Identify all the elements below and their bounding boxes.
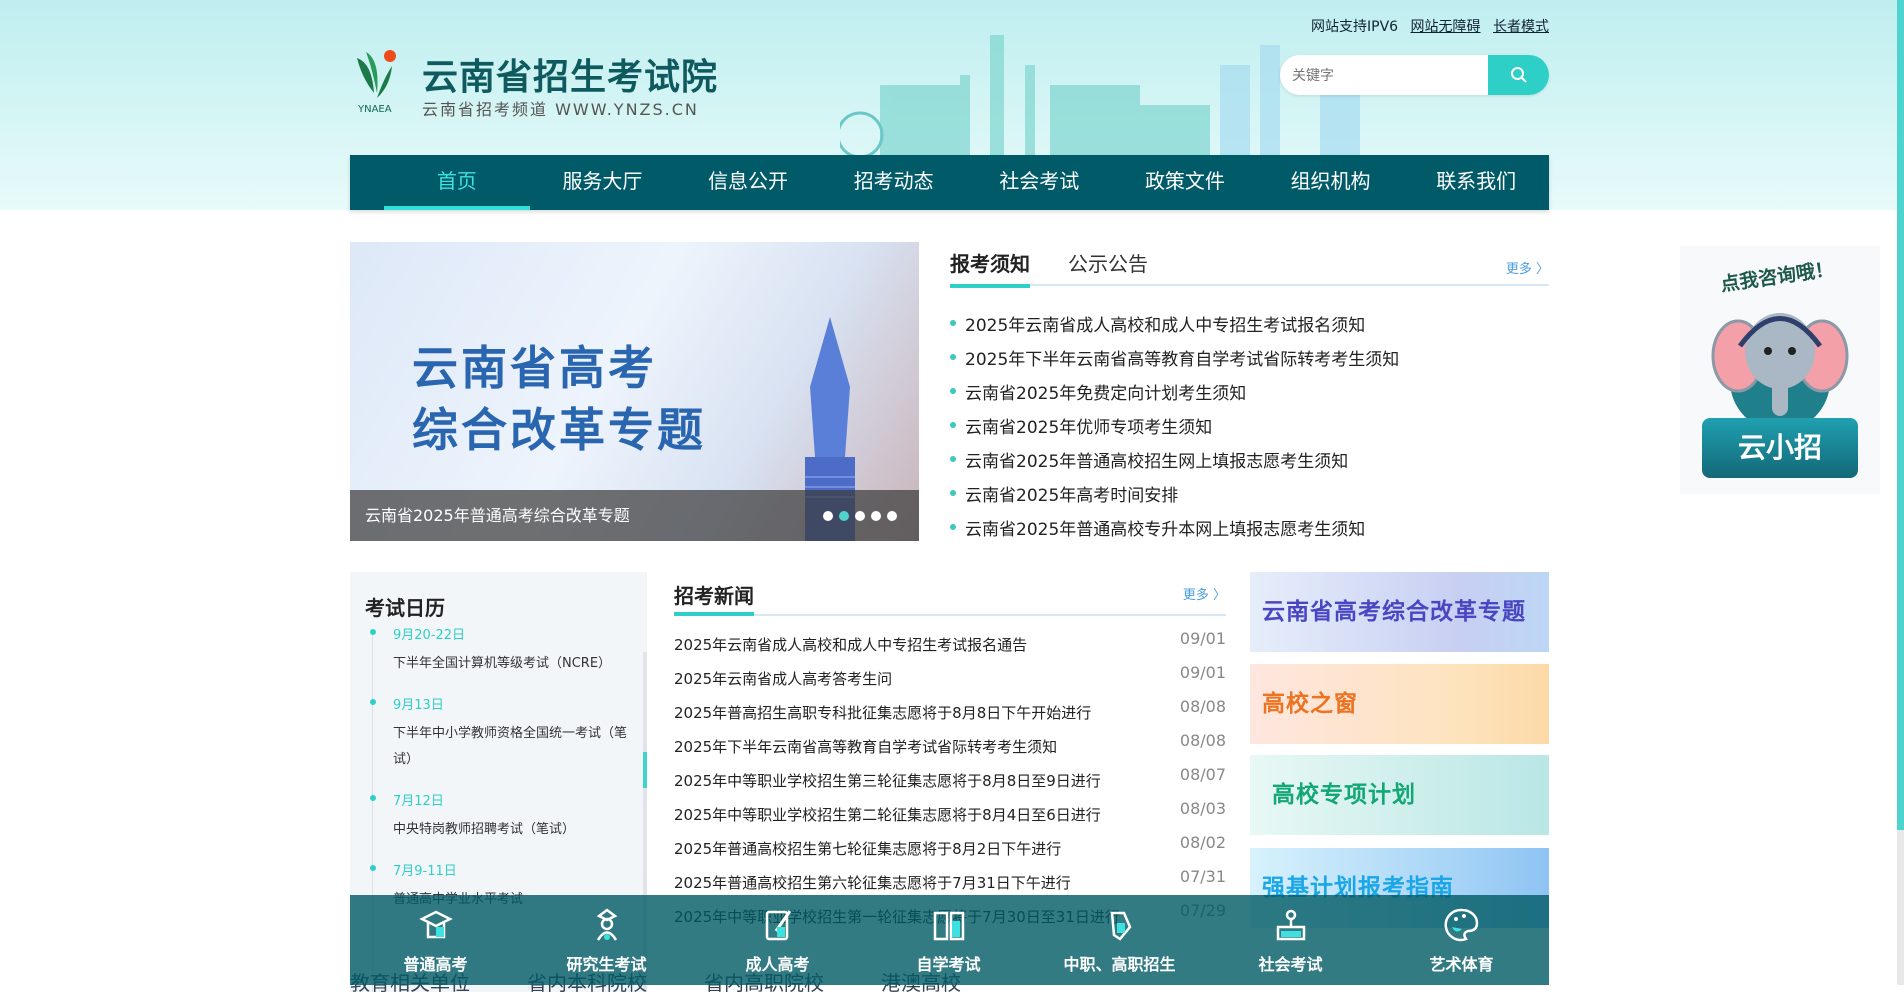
main-nav: 首页 服务大厅 信息公开 招考动态 社会考试 政策文件 组织机构 联系我们 xyxy=(350,155,1549,210)
elder-mode-link[interactable]: 长者模式 xyxy=(1493,19,1549,35)
tab-announcements[interactable]: 公示公告 xyxy=(1068,248,1148,277)
banner-gaokao-reform[interactable]: 云南省高考综合改革专题 xyxy=(1250,572,1549,652)
accessibility-link[interactable]: 网站无障碍 xyxy=(1411,19,1481,35)
news-item-title: 2025年下半年云南省高等教育自学考试省际转考考生须知 xyxy=(674,738,1057,756)
nav-home[interactable]: 首页 xyxy=(384,155,530,210)
news-item-date: 08/07 xyxy=(1180,758,1226,792)
person-desk-icon xyxy=(1273,907,1309,943)
carousel-dots xyxy=(823,511,897,521)
page-scrollbar[interactable] xyxy=(1897,0,1904,985)
notice-item[interactable]: 云南省2025年优师专项考生须知 xyxy=(950,408,1549,442)
open-book-icon xyxy=(931,907,967,943)
banner-university-window[interactable]: 高校之窗 xyxy=(1250,664,1549,744)
quick-gaokao[interactable]: 普通高考 xyxy=(350,895,521,985)
news-item-date: 08/03 xyxy=(1180,792,1226,826)
quick-adult-exam[interactable]: 成人高考 xyxy=(692,895,863,985)
news-item-title: 2025年普通高校招生第六轮征集志愿将于7月31日下午进行 xyxy=(674,874,1071,892)
calendar-event[interactable]: 9月13日下半年中小学教师资格全国统一考试（笔试） xyxy=(363,694,643,773)
vocational-icon xyxy=(1102,907,1138,943)
site-subtitle: 云南省招考频道 WWW.YNZS.CN xyxy=(422,96,699,120)
news-item-title: 2025年普通高校招生第七轮征集志愿将于8月2日下午进行 xyxy=(674,840,1061,858)
quick-self-study[interactable]: 自学考试 xyxy=(863,895,1034,985)
search-box xyxy=(1280,55,1549,95)
notice-item[interactable]: 2025年云南省成人高校和成人中专招生考试报名须知 xyxy=(950,306,1549,340)
news-item[interactable]: 2025年云南省成人高考答考生问09/01 xyxy=(674,662,1226,696)
nav-info-disclosure[interactable]: 信息公开 xyxy=(675,155,821,210)
news-item-title: 2025年云南省成人高考答考生问 xyxy=(674,670,892,688)
slide-dot[interactable] xyxy=(871,511,881,521)
calendar-event[interactable]: 7月12日中央特岗教师招聘考试（笔试） xyxy=(363,790,643,843)
calendar-title: 考试日历 xyxy=(365,592,445,621)
palette-icon xyxy=(1444,907,1480,943)
news-item-date: 07/31 xyxy=(1180,860,1226,894)
carousel-caption: 云南省2025年普通高考综合改革专题 xyxy=(350,490,919,541)
news-item-title: 2025年中等职业学校招生第三轮征集志愿将于8月8日至9日进行 xyxy=(674,772,1101,790)
assistant-widget[interactable]: 点我咨询哦！ 云小招 xyxy=(1680,246,1880,494)
news-more-link[interactable]: 更多 〉 xyxy=(1183,584,1226,603)
news-item[interactable]: 2025年中等职业学校招生第三轮征集志愿将于8月8日至9日进行08/07 xyxy=(674,764,1226,798)
banner-special-plan[interactable]: 高校专项计划 xyxy=(1250,755,1549,835)
search-button[interactable] xyxy=(1488,55,1549,95)
news-item[interactable]: 2025年普通高校招生第七轮征集志愿将于8月2日下午进行08/02 xyxy=(674,832,1226,866)
news-item-title: 2025年普高招生高职专科批征集志愿将于8月8日下午开始进行 xyxy=(674,704,1091,722)
news-item-date: 08/08 xyxy=(1180,690,1226,724)
ynaea-logo-icon xyxy=(352,48,402,108)
notice-item[interactable]: 云南省2025年高考时间安排 xyxy=(950,476,1549,510)
quick-social-exam[interactable]: 社会考试 xyxy=(1205,895,1376,985)
ipv6-label: 网站支持IPV6 xyxy=(1311,19,1398,35)
news-title: 招考新闻 xyxy=(674,580,754,609)
nav-social-exams[interactable]: 社会考试 xyxy=(967,155,1113,210)
graduation-cap-icon xyxy=(418,907,454,943)
site-logo[interactable]: YNAEA 云南省招生考试院 云南省招考频道 WWW.YNZS.CN xyxy=(352,48,772,118)
quick-art-sports[interactable]: 艺术体育 xyxy=(1376,895,1547,985)
news-item[interactable]: 2025年下半年云南省高等教育自学考试省际转考考生须知08/08 xyxy=(674,730,1226,764)
notice-item[interactable]: 云南省2025年普通高校招生网上填报志愿考生须知 xyxy=(950,442,1549,476)
news-item[interactable]: 2025年中等职业学校招生第二轮征集志愿将于8月4日至6日进行08/03 xyxy=(674,798,1226,832)
pen-document-icon xyxy=(760,907,796,943)
banner-carousel[interactable]: 云南省高考综合改革专题 云南省2025年普通高考综合改革专题 xyxy=(350,242,919,541)
notice-item[interactable]: 云南省2025年普通高校专升本网上填报志愿考生须知 xyxy=(950,510,1549,544)
news-item-date: 09/01 xyxy=(1180,622,1226,656)
assistant-name-button[interactable]: 云小招 xyxy=(1702,418,1858,478)
news-item-date: 08/02 xyxy=(1180,826,1226,860)
slide-dot[interactable] xyxy=(823,511,833,521)
notice-more-link[interactable]: 更多 〉 xyxy=(1506,258,1549,277)
search-icon xyxy=(1510,66,1528,84)
notice-item[interactable]: 云南省2025年免费定向计划考生须知 xyxy=(950,374,1549,408)
news-item-date: 08/08 xyxy=(1180,724,1226,758)
nav-contact[interactable]: 联系我们 xyxy=(1403,155,1549,210)
nav-organization[interactable]: 组织机构 xyxy=(1258,155,1404,210)
news-item-date: 09/01 xyxy=(1180,656,1226,690)
logo-abbr: YNAEA xyxy=(358,104,392,115)
site-title: 云南省招生考试院 xyxy=(422,48,718,100)
graduate-person-icon xyxy=(589,907,625,943)
notice-item[interactable]: 2025年下半年云南省高等教育自学考试省际转考考生须知 xyxy=(950,340,1549,374)
bottom-quick-bar: 普通高考 研究生考试 成人高考 自学考试 中职、高职招生 社会考试 艺术体育 xyxy=(350,895,1549,985)
scrollbar-thumb[interactable] xyxy=(1897,0,1904,830)
header: 网站支持IPV6 网站无障碍 长者模式 YNAEA 云南省招生考试院 云南省招考… xyxy=(0,0,1904,210)
carousel-headline: 云南省高考综合改革专题 xyxy=(412,337,706,461)
news-item[interactable]: 2025年云南省成人高校和成人中专招生考试报名通告09/01 xyxy=(674,628,1226,662)
nav-exam-news[interactable]: 招考动态 xyxy=(821,155,967,210)
slide-dot-active[interactable] xyxy=(839,511,849,521)
tab-exam-notice[interactable]: 报考须知 xyxy=(950,248,1030,277)
nav-policy[interactable]: 政策文件 xyxy=(1112,155,1258,210)
nav-service-hall[interactable]: 服务大厅 xyxy=(530,155,676,210)
news-item[interactable]: 2025年普高招生高职专科批征集志愿将于8月8日下午开始进行08/08 xyxy=(674,696,1226,730)
quick-postgrad[interactable]: 研究生考试 xyxy=(521,895,692,985)
top-links: 网站支持IPV6 网站无障碍 长者模式 xyxy=(1303,16,1549,36)
notice-panel: 报考须知 公示公告 更多 〉 2025年云南省成人高校和成人中专招生考试报名须知… xyxy=(950,242,1549,544)
slide-dot[interactable] xyxy=(887,511,897,521)
news-item-title: 2025年中等职业学校招生第二轮征集志愿将于8月4日至6日进行 xyxy=(674,806,1101,824)
slide-dot[interactable] xyxy=(855,511,865,521)
assistant-bubble-text: 点我咨询哦！ xyxy=(1719,254,1836,297)
calendar-event[interactable]: 9月20-22日下半年全国计算机等级考试（NCRE） xyxy=(363,624,643,677)
quick-vocational[interactable]: 中职、高职招生 xyxy=(1034,895,1205,985)
news-item-title: 2025年云南省成人高校和成人中专招生考试报名通告 xyxy=(674,636,1027,654)
elephant-mascot-icon xyxy=(1710,296,1850,426)
search-input[interactable] xyxy=(1280,55,1480,95)
caption-text: 云南省2025年普通高考综合改革专题 xyxy=(365,506,630,525)
